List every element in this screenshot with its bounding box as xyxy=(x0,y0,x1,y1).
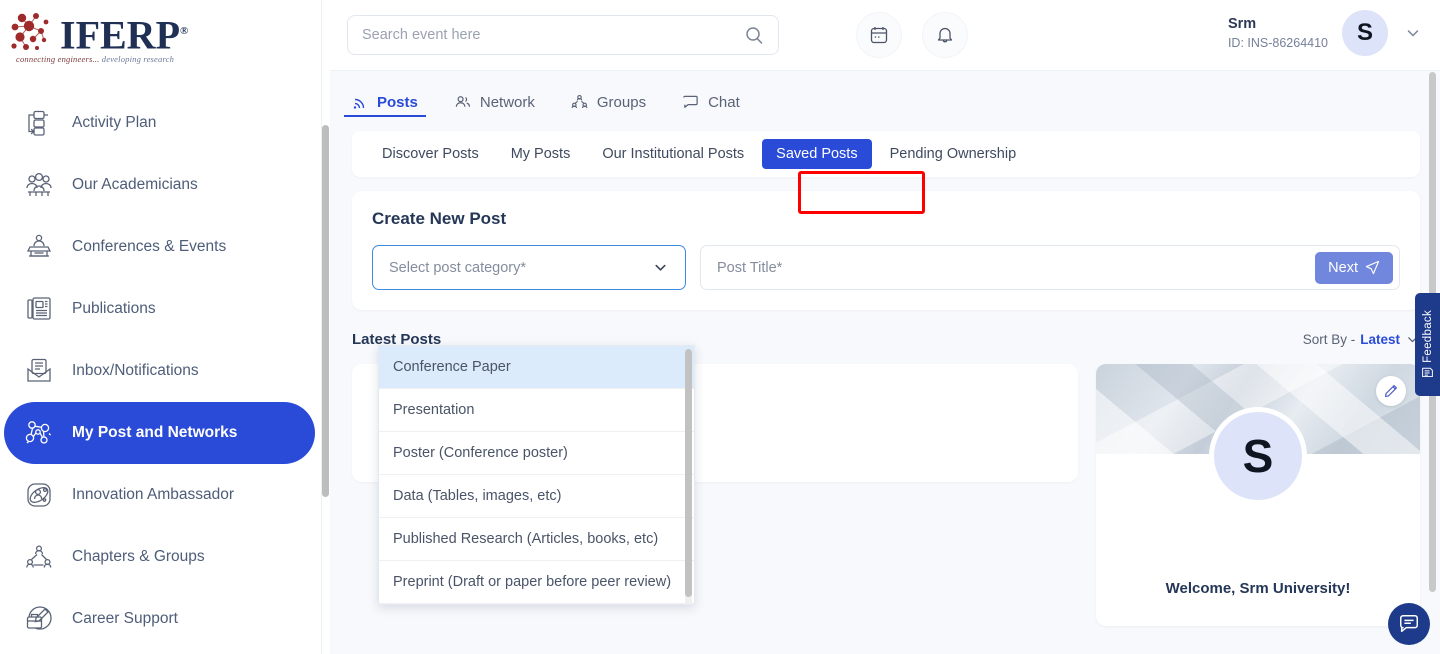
tab-groups[interactable]: Groups xyxy=(571,71,646,127)
user-info: Srm ID: INS-86264410 xyxy=(1228,14,1328,52)
dropdown-option[interactable]: Presentation xyxy=(379,389,694,432)
groups-icon xyxy=(571,94,588,110)
subtab-my-posts[interactable]: My Posts xyxy=(497,139,585,169)
sidebar-item-chapters-groups[interactable]: Chapters & Groups xyxy=(4,526,315,588)
next-button[interactable]: Next xyxy=(1315,252,1393,284)
subtab-our-institutional-posts[interactable]: Our Institutional Posts xyxy=(588,139,758,169)
sidebar-item-activity-plan[interactable]: Activity Plan xyxy=(4,92,315,154)
iferp-logo-mark xyxy=(8,10,60,56)
calendar-icon xyxy=(869,25,889,45)
activity-plan-icon xyxy=(22,106,56,140)
sidebar-item-publications[interactable]: Publications xyxy=(4,278,315,340)
sidebar-item-label: Activity Plan xyxy=(72,114,156,132)
tab-label: Posts xyxy=(377,94,418,111)
tab-posts[interactable]: Posts xyxy=(352,71,418,127)
notifications-button[interactable] xyxy=(922,12,968,58)
sidebar-item-label: Innovation Ambassador xyxy=(72,486,234,504)
brand-logo[interactable]: IFERP® connecting engineers... developin… xyxy=(0,0,321,72)
conference-icon xyxy=(22,230,56,264)
sidebar-item-label: Chapters & Groups xyxy=(72,548,205,566)
subtab-saved-posts[interactable]: Saved Posts xyxy=(762,139,871,169)
pencil-icon xyxy=(1384,384,1398,398)
academicians-icon xyxy=(22,168,56,202)
search-icon[interactable] xyxy=(744,25,764,45)
sort-by-control[interactable]: Sort By - Latest xyxy=(1303,332,1420,347)
send-icon xyxy=(1365,260,1380,275)
chat-widget-button[interactable] xyxy=(1388,603,1430,645)
chat-icon xyxy=(682,94,699,110)
rss-icon xyxy=(352,94,368,110)
post-title-field[interactable]: Next xyxy=(700,245,1400,290)
post-title-input[interactable] xyxy=(717,260,1315,276)
create-post-title: Create New Post xyxy=(372,209,1400,229)
post-category-dropdown[interactable]: Conference Paper Presentation Poster (Co… xyxy=(378,345,695,605)
sidebar-item-our-academicians[interactable]: Our Academicians xyxy=(4,154,315,216)
sort-by-prefix: Sort By - xyxy=(1303,332,1356,347)
network-posts-icon xyxy=(22,416,56,450)
sidebar-item-label: Inbox/Notifications xyxy=(72,362,199,380)
edit-profile-button[interactable] xyxy=(1376,376,1406,406)
profile-column: S Welcome, Srm University! xyxy=(1096,364,1420,626)
chapters-groups-icon xyxy=(22,540,56,574)
sidebar-item-inbox-notifications[interactable]: Inbox/Notifications xyxy=(4,340,315,402)
dropdown-option[interactable]: Conference Paper xyxy=(379,346,694,389)
inbox-icon xyxy=(22,354,56,388)
welcome-message: Welcome, Srm University! xyxy=(1096,580,1420,597)
secondary-tabs: Discover Posts My Posts Our Institutiona… xyxy=(352,131,1420,177)
primary-tabs: Posts Network Groups xyxy=(330,71,1440,127)
sort-by-value: Latest xyxy=(1360,332,1400,347)
tab-label: Network xyxy=(480,94,535,111)
tab-chat[interactable]: Chat xyxy=(682,71,740,127)
chat-bubble-icon xyxy=(1398,613,1420,635)
dropdown-scrollbar-thumb[interactable] xyxy=(685,349,692,597)
chevron-down-icon[interactable] xyxy=(1404,24,1422,42)
sidebar-item-label: Publications xyxy=(72,300,156,318)
search-input[interactable] xyxy=(362,27,744,43)
user-menu[interactable]: Srm ID: INS-86264410 S xyxy=(1228,10,1422,56)
sidebar-item-label: Career Support xyxy=(72,610,178,628)
profile-avatar: S xyxy=(1209,407,1307,505)
tab-label: Groups xyxy=(597,94,646,111)
sidebar-scrollbar[interactable] xyxy=(322,125,329,497)
dropdown-option[interactable]: Data (Tables, images, etc) xyxy=(379,475,694,518)
user-id: ID: INS-86264410 xyxy=(1228,34,1328,52)
subtab-pending-ownership[interactable]: Pending Ownership xyxy=(876,139,1031,169)
brand-name: IFERP® xyxy=(60,10,188,56)
sidebar-item-label: Conferences & Events xyxy=(72,238,226,256)
chevron-down-icon xyxy=(652,259,669,276)
sidebar-item-my-post-and-networks[interactable]: My Post and Networks xyxy=(4,402,315,464)
avatar[interactable]: S xyxy=(1342,10,1388,56)
publications-icon xyxy=(22,292,56,326)
bell-icon xyxy=(935,25,955,45)
feedback-note-icon xyxy=(1421,366,1434,379)
sidebar-item-innovation-ambassador[interactable]: Innovation Ambassador xyxy=(4,464,315,526)
user-name: Srm xyxy=(1228,14,1328,34)
create-post-card: Create New Post Select post category* Ne… xyxy=(352,191,1420,310)
tab-network[interactable]: Network xyxy=(454,71,535,127)
profile-card: S Welcome, Srm University! xyxy=(1096,364,1420,626)
feedback-label: Feedback xyxy=(1422,310,1434,363)
sidebar: IFERP® connecting engineers... developin… xyxy=(0,0,322,654)
people-icon xyxy=(454,94,471,110)
subtab-discover-posts[interactable]: Discover Posts xyxy=(368,139,493,169)
dropdown-option[interactable]: Published Research (Articles, books, etc… xyxy=(379,518,694,561)
top-header: Srm ID: INS-86264410 S xyxy=(330,0,1440,71)
feedback-tab[interactable]: Feedback xyxy=(1415,293,1440,396)
calendar-button[interactable] xyxy=(856,12,902,58)
post-category-select[interactable]: Select post category* xyxy=(372,245,686,290)
dropdown-option[interactable]: Poster (Conference poster) xyxy=(379,432,694,475)
dropdown-option[interactable]: Preprint (Draft or paper before peer rev… xyxy=(379,561,694,604)
search-box[interactable] xyxy=(347,15,779,55)
sidebar-item-label: Our Academicians xyxy=(72,176,198,194)
innovation-ambassador-icon xyxy=(22,478,56,512)
sidebar-item-conferences-events[interactable]: Conferences & Events xyxy=(4,216,315,278)
sidebar-nav: Activity Plan Our Academicians xyxy=(0,92,321,650)
registered-mark: ® xyxy=(180,25,188,37)
sidebar-item-career-support[interactable]: Career Support xyxy=(4,588,315,650)
sidebar-item-label: My Post and Networks xyxy=(72,424,237,442)
next-button-label: Next xyxy=(1328,260,1358,276)
tab-label: Chat xyxy=(708,94,740,111)
post-category-value: Select post category* xyxy=(389,260,526,276)
career-support-icon xyxy=(22,602,56,636)
